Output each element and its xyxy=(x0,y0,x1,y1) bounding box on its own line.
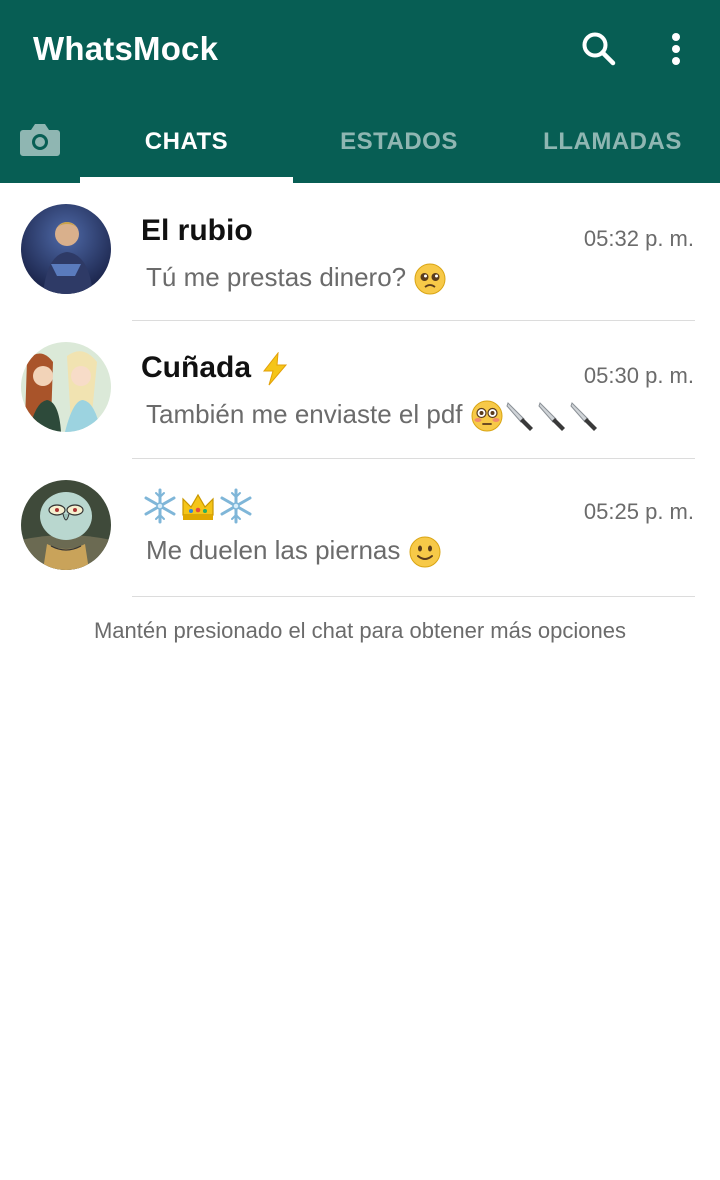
avatar[interactable] xyxy=(21,342,111,432)
more-options-button[interactable] xyxy=(660,28,692,70)
chat-name-text: Cuñada xyxy=(141,351,252,384)
chat-name xyxy=(141,487,255,525)
message-text: También me enviaste el pdf xyxy=(146,399,463,429)
pleading-face-icon xyxy=(414,263,446,295)
snowflake-icon xyxy=(144,488,176,524)
kitchen-knife-icon xyxy=(506,402,533,432)
chat-row-snowflake-crown[interactable]: 05:25 p. m. Me duelen las piernas xyxy=(0,459,720,596)
high-voltage-icon xyxy=(263,352,288,386)
message-text: Me duelen las piernas xyxy=(146,535,401,565)
tab-chats[interactable]: CHATS xyxy=(80,100,293,183)
chat-time: 05:25 p. m. xyxy=(583,499,694,524)
camera-tab[interactable] xyxy=(16,118,64,162)
crown-icon xyxy=(182,493,214,520)
chat-last-message: También me enviaste el pdf xyxy=(146,399,600,433)
kitchen-knife-icon xyxy=(538,402,565,432)
chat-name: Cuñada xyxy=(141,351,291,386)
tab-llamadas[interactable]: LLAMADAS xyxy=(505,100,720,183)
app-title: WhatsMock xyxy=(33,30,219,67)
tab-estados[interactable]: ESTADOS xyxy=(293,100,505,183)
chat-last-message: Me duelen las piernas xyxy=(146,535,442,569)
snowflake-icon xyxy=(220,488,252,524)
slightly-smiling-face-icon xyxy=(409,536,441,568)
divider xyxy=(132,596,695,597)
flushed-face-icon xyxy=(471,400,503,432)
chat-last-message: Tú me prestas dinero? xyxy=(146,262,447,296)
active-tab-indicator xyxy=(80,177,293,183)
app-bar: WhatsMock CHATS ESTADOS LLAMADAS xyxy=(0,0,720,183)
avatar[interactable] xyxy=(21,204,111,294)
search-button[interactable] xyxy=(578,28,620,70)
camera-icon xyxy=(20,124,60,156)
more-vertical-icon xyxy=(672,33,680,65)
chat-time: 05:32 p. m. xyxy=(583,226,694,251)
chat-time: 05:30 p. m. xyxy=(583,363,694,388)
kitchen-knife-icon xyxy=(570,402,597,432)
long-press-hint: Mantén presionado el chat para obtener m… xyxy=(93,618,626,643)
chat-row-cunada[interactable]: Cuñada 05:30 p. m. También me enviaste e… xyxy=(0,321,720,458)
message-text: Tú me prestas dinero? xyxy=(146,262,407,292)
avatar[interactable] xyxy=(21,480,111,570)
search-icon xyxy=(582,32,616,66)
chat-row-el-rubio[interactable]: El rubio 05:32 p. m. Tú me prestas diner… xyxy=(0,184,720,321)
chat-name: El rubio xyxy=(141,214,253,247)
